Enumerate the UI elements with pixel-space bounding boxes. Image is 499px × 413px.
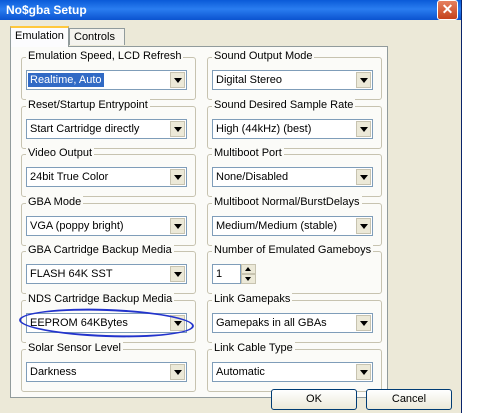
select-value: Automatic — [216, 366, 265, 378]
multiboot-delays-select[interactable]: Medium/Medium (stable) — [212, 216, 373, 236]
title-bar[interactable]: No$gba Setup ✕ — [0, 0, 461, 20]
link-gamepaks-select[interactable]: Gamepaks in all GBAs — [212, 313, 373, 333]
group-multiboot-port: Multiboot Port None/Disabled — [207, 147, 382, 197]
group-label: Multiboot Port — [212, 147, 284, 159]
group-sample-rate: Sound Desired Sample Rate High (44kHz) (… — [207, 99, 382, 149]
group-multiboot-delays: Multiboot Normal/BurstDelays Medium/Medi… — [207, 196, 382, 246]
group-label: Emulation Speed, LCD Refresh — [26, 50, 184, 62]
select-value: 24bit True Color — [30, 171, 109, 183]
gba-mode-select[interactable]: VGA (poppy bright) — [26, 216, 187, 236]
chevron-down-icon[interactable] — [170, 218, 185, 234]
group-nds-backup-media: NDS Cartridge Backup Media EEPROM 64KByt… — [18, 293, 196, 343]
chevron-down-icon[interactable] — [356, 72, 371, 88]
group-solar-sensor: Solar Sensor Level Darkness — [21, 342, 196, 392]
group-label: Link Cable Type — [212, 342, 295, 354]
chevron-down-icon[interactable] — [356, 169, 371, 185]
group-label: GBA Mode — [26, 196, 84, 208]
chevron-down-icon[interactable] — [356, 364, 371, 380]
group-link-cable-type: Link Cable Type Automatic — [207, 342, 382, 392]
group-video-output: Video Output 24bit True Color — [21, 147, 196, 197]
group-gba-backup-media: GBA Cartridge Backup Media FLASH 64K SST — [21, 244, 196, 294]
chevron-down-icon[interactable] — [170, 169, 185, 185]
chevron-down-icon[interactable] — [170, 364, 185, 380]
select-value: FLASH 64K SST — [30, 268, 113, 280]
window-title: No$gba Setup — [6, 3, 87, 17]
group-reset-startup: Reset/Startup Entrypoint Start Cartridge… — [21, 99, 196, 149]
video-output-select[interactable]: 24bit True Color — [26, 167, 187, 187]
group-label: GBA Cartridge Backup Media — [26, 244, 174, 256]
link-cable-type-select[interactable]: Automatic — [212, 362, 373, 382]
select-value: VGA (poppy bright) — [30, 220, 124, 232]
select-value: Start Cartridge directly — [30, 123, 140, 135]
close-button[interactable]: ✕ — [437, 0, 458, 20]
select-value: Digital Stereo — [216, 74, 283, 86]
chevron-down-icon[interactable] — [356, 121, 371, 137]
cancel-button[interactable]: Cancel — [366, 389, 452, 410]
chevron-down-icon[interactable] — [356, 218, 371, 234]
group-label: Sound Output Mode — [212, 50, 315, 62]
gba-backup-media-select[interactable]: FLASH 64K SST — [26, 264, 187, 284]
emulation-speed-select[interactable]: Realtime, Auto — [26, 70, 187, 90]
count-value: 1 — [216, 268, 223, 280]
emulation-panel: Emulation Speed, LCD Refresh Realtime, A… — [10, 46, 388, 398]
ok-button[interactable]: OK — [271, 389, 357, 410]
spin-up-icon[interactable] — [241, 264, 256, 274]
solar-sensor-select[interactable]: Darkness — [26, 362, 187, 382]
sound-output-mode-select[interactable]: Digital Stereo — [212, 70, 373, 90]
select-value: Darkness — [30, 366, 77, 378]
spin-down-icon[interactable] — [241, 274, 256, 284]
group-gba-mode: GBA Mode VGA (poppy bright) — [21, 196, 196, 246]
group-label: Link Gamepaks — [212, 293, 293, 305]
group-label: Number of Emulated Gameboys — [212, 244, 374, 256]
group-label: Reset/Startup Entrypoint — [26, 99, 150, 111]
group-emulation-speed: Emulation Speed, LCD Refresh Realtime, A… — [21, 50, 196, 100]
group-label: NDS Cartridge Backup Media — [26, 293, 175, 305]
group-label: Sound Desired Sample Rate — [212, 99, 356, 111]
chevron-down-icon[interactable] — [170, 72, 185, 88]
group-label: Solar Sensor Level — [26, 342, 123, 354]
group-label: Video Output — [26, 147, 95, 159]
chevron-down-icon[interactable] — [170, 315, 185, 331]
gameboys-stepper[interactable]: 1 — [212, 264, 257, 284]
select-value: High (44kHz) (best) — [216, 123, 312, 135]
multiboot-port-select[interactable]: None/Disabled — [212, 167, 373, 187]
select-value: Gamepaks in all GBAs — [216, 317, 327, 329]
select-value: None/Disabled — [216, 171, 289, 183]
tab-emulation[interactable]: Emulation — [10, 26, 69, 47]
tab-controls[interactable]: Controls — [69, 28, 125, 45]
sample-rate-select[interactable]: High (44kHz) (best) — [212, 119, 373, 139]
group-label: Multiboot Normal/BurstDelays — [212, 196, 362, 208]
gameboys-count-field[interactable]: 1 — [212, 264, 241, 284]
nds-backup-media-select[interactable]: EEPROM 64KBytes — [26, 313, 187, 333]
group-emulated-gameboys: Number of Emulated Gameboys 1 — [207, 244, 382, 294]
select-value: Realtime, Auto — [28, 73, 104, 87]
chevron-down-icon[interactable] — [170, 121, 185, 137]
group-link-gamepaks: Link Gamepaks Gamepaks in all GBAs — [207, 293, 382, 343]
reset-startup-select[interactable]: Start Cartridge directly — [26, 119, 187, 139]
select-value: EEPROM 64KBytes — [30, 317, 128, 329]
group-sound-output-mode: Sound Output Mode Digital Stereo — [207, 50, 382, 100]
select-value: Medium/Medium (stable) — [216, 220, 338, 232]
chevron-down-icon[interactable] — [170, 266, 185, 282]
chevron-down-icon[interactable] — [356, 315, 371, 331]
setup-window: No$gba Setup ✕ Emulation Controls Emulat… — [0, 0, 462, 413]
